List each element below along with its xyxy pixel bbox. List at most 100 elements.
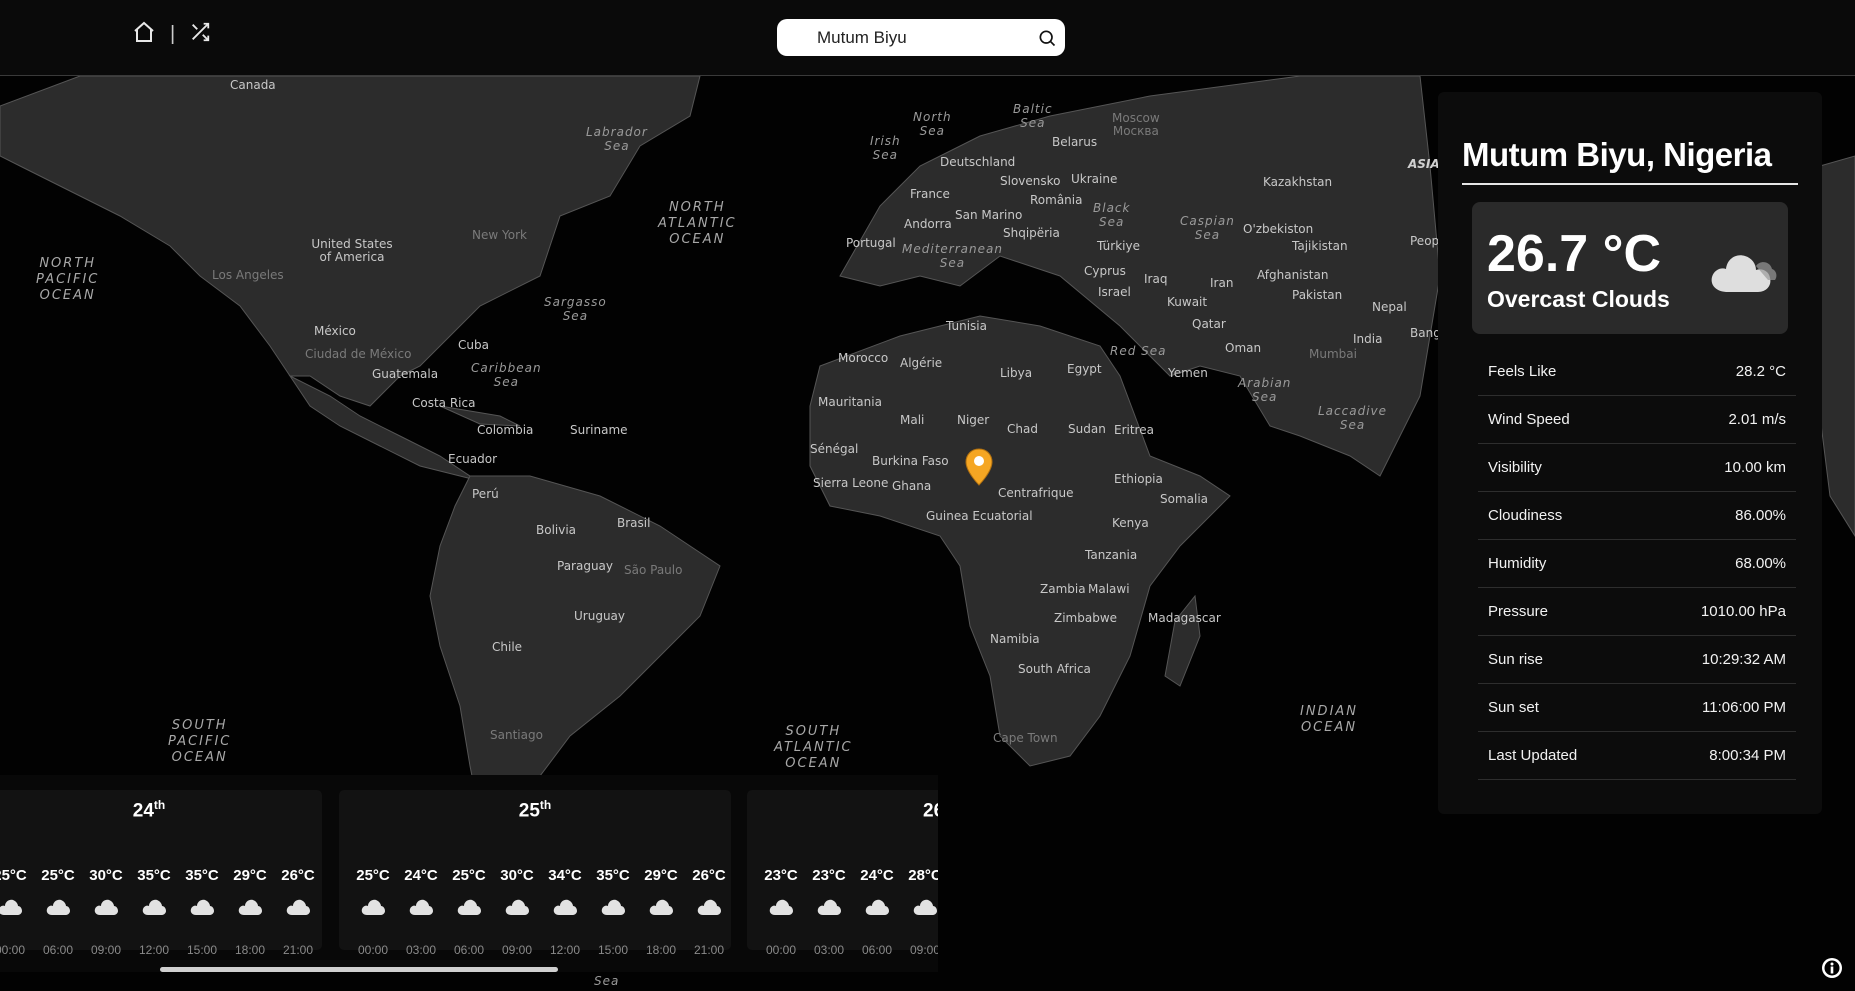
shuffle-icon[interactable] <box>189 21 211 48</box>
detail-value: 68.00% <box>1735 555 1786 572</box>
forecast-temp: 30°C <box>500 867 534 884</box>
forecast-temp: 26°C <box>692 867 726 884</box>
forecast-temp: 29°C <box>233 867 267 884</box>
map-label: Pakistan <box>1292 288 1343 302</box>
map-label: Costa Rica <box>412 396 476 410</box>
current-temperature: 26.7 °C <box>1487 225 1662 283</box>
cloud-icon <box>237 898 263 921</box>
detail-label: Wind Speed <box>1488 411 1570 428</box>
detail-row: Cloudiness 86.00% <box>1478 492 1796 540</box>
forecast-scrollbar[interactable] <box>160 967 558 972</box>
cloud-icon <box>912 898 938 921</box>
forecast-day-label: 25th <box>339 798 731 822</box>
map-label: Iran <box>1210 276 1234 290</box>
forecast-hour: 15:00 <box>597 943 629 957</box>
map-label: Zambia <box>1040 582 1086 596</box>
map-label: Yemen <box>1168 366 1208 380</box>
sea-label: Baltic Sea <box>1013 102 1053 130</box>
map-label: Peop <box>1410 234 1440 248</box>
map-label: Belarus <box>1052 135 1098 149</box>
forecast-day: 24th 25°C 00:00 25°C 06:00 30°C 09:00 35°C 12:00… <box>0 790 322 957</box>
map-label: Türkiye <box>1097 239 1140 253</box>
detail-value: 11:06:00 PM <box>1702 699 1786 716</box>
current-condition: Overcast Clouds <box>1487 286 1670 312</box>
home-icon[interactable] <box>132 20 156 49</box>
map-label: Malawi <box>1088 582 1130 596</box>
detail-label: Pressure <box>1488 603 1549 620</box>
map-city-label: Los Angeles <box>212 268 284 282</box>
forecast-temp: 25°C <box>452 867 486 884</box>
ocean-label: SOUTH ATLANTIC OCEAN <box>774 724 853 771</box>
map-label: Eritrea <box>1114 423 1154 437</box>
map-label: France <box>910 187 950 201</box>
forecast-temp: 23°C <box>764 867 798 884</box>
map-label: Tanzania <box>1085 548 1138 562</box>
detail-label: Humidity <box>1488 555 1547 572</box>
forecast-temp: 25°C <box>41 867 75 884</box>
detail-label: Sun rise <box>1488 651 1544 668</box>
map-label: Israel <box>1098 285 1131 299</box>
detail-value: 1010.00 hPa <box>1700 603 1786 620</box>
map-city-label: São Paulo <box>624 563 683 577</box>
detail-row: Sun set 11:06:00 PM <box>1478 684 1796 732</box>
forecast-hour: 00:00 <box>765 943 797 957</box>
forecast-hour: 09:00 <box>501 943 533 957</box>
forecast-hour: 00:00 <box>0 943 26 957</box>
search-input[interactable] <box>815 25 1019 51</box>
detail-label: Visibility <box>1488 459 1542 476</box>
map-label: Paraguay <box>557 559 614 573</box>
search-icon[interactable] <box>1037 28 1057 53</box>
detail-value: 10:29:32 AM <box>1701 651 1786 668</box>
map-label: Nepal <box>1372 300 1407 314</box>
map-label: ASIA <box>1408 157 1440 171</box>
forecast-hour: 12:00 <box>138 943 170 957</box>
forecast-temp: 24°C <box>404 867 438 884</box>
cloud-icon <box>648 898 674 921</box>
forecast-temp: 24°C <box>860 867 894 884</box>
map-label: Niger <box>957 413 990 427</box>
map-label: Iraq <box>1144 272 1168 286</box>
info-icon[interactable] <box>1820 956 1844 985</box>
map-label: Kazakhstan <box>1263 175 1333 189</box>
forecast-temp: 35°C <box>596 867 630 884</box>
cloud-icon <box>504 898 530 921</box>
forecast-hour: 09:00 <box>90 943 122 957</box>
detail-label: Sun set <box>1488 699 1539 716</box>
map-label: O'zbekiston <box>1243 222 1314 236</box>
map-label: Sénégal <box>810 442 859 456</box>
map-label: Kuwait <box>1167 295 1208 309</box>
sea-label: Labrador Sea <box>586 125 648 153</box>
detail-row: Feels Like 28.2 °C <box>1478 348 1796 396</box>
sea-label: Caribbean Sea <box>471 361 542 389</box>
map-label: Oman <box>1225 341 1262 355</box>
sea-label: Arabian Sea <box>1238 376 1292 404</box>
map-label: Morocco <box>838 351 889 365</box>
forecast-temp: 23°C <box>812 867 846 884</box>
map-label: Chad <box>1007 422 1038 436</box>
cloud-icon <box>360 898 386 921</box>
day-number: 26 <box>923 800 938 822</box>
map-label: Suriname <box>570 423 628 437</box>
map-label: Guatemala <box>372 367 439 381</box>
map-label: Perú <box>472 487 499 501</box>
forecast-hour: 00:00 <box>357 943 389 957</box>
ocean-label: INDIAN OCEAN <box>1300 704 1359 735</box>
forecast-temp: 25°C <box>356 867 390 884</box>
map-label: Qatar <box>1192 317 1226 331</box>
forecast-hour: 06:00 <box>453 943 485 957</box>
map-label: Libya <box>1000 366 1033 380</box>
forecast-hour: 18:00 <box>234 943 266 957</box>
map-pin-icon[interactable] <box>965 448 993 491</box>
sea-label: Irish Sea <box>870 134 901 162</box>
sea-label: Red Sea <box>1110 344 1167 358</box>
forecast-hour: 18:00 <box>645 943 677 957</box>
detail-value: 2.01 m/s <box>1728 411 1786 428</box>
detail-row: Pressure 1010.00 hPa <box>1478 588 1796 636</box>
map-label: Slovensko <box>1000 174 1061 188</box>
forecast-strip[interactable]: 24th25°C00:0025°C06:0030°C09:0035°C12:00… <box>0 775 938 972</box>
search-box <box>777 19 1065 56</box>
forecast-temp: 25°C <box>0 867 27 884</box>
map-label: Burkina Faso <box>872 454 949 468</box>
ocean-label: NORTH ATLANTIC OCEAN <box>658 200 737 247</box>
ocean-label: SOUTH PACIFIC OCEAN <box>168 718 232 765</box>
